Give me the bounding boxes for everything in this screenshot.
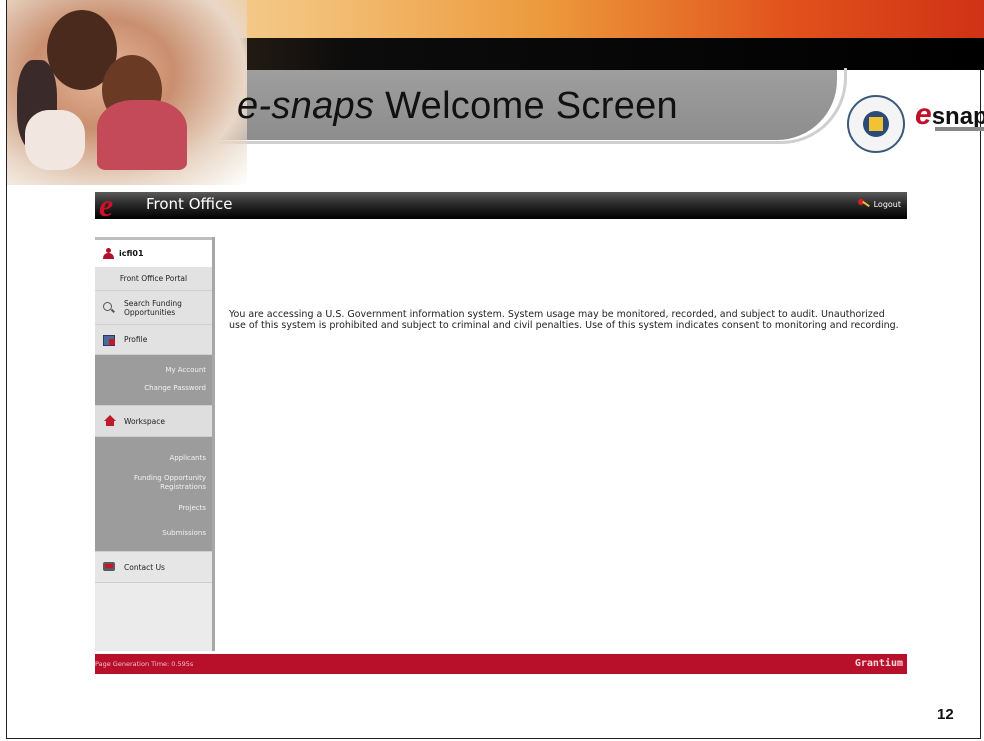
sidebar-item-change-password[interactable]: Change Password bbox=[144, 384, 206, 393]
sidebar-item-label: Front Office Portal bbox=[119, 274, 188, 283]
sidebar-item-projects[interactable]: Projects bbox=[178, 504, 206, 513]
user-icon bbox=[103, 248, 114, 259]
logout-button[interactable]: Logout bbox=[857, 199, 901, 209]
sidebar-item-label: Search Funding Opportunities bbox=[124, 298, 182, 317]
workspace-submenu: Applicants Funding Opportunity Registrat… bbox=[95, 437, 212, 551]
government-notice: You are accessing a U.S. Government info… bbox=[229, 309, 899, 331]
esnaps-logo-mark: e bbox=[915, 98, 932, 131]
username: icfi01 bbox=[119, 249, 144, 258]
slide-banner: e-snaps Welcome Screen esnaps bbox=[7, 0, 984, 185]
sidebar-item-profile[interactable]: Profile bbox=[95, 325, 212, 355]
app-title: Front Office bbox=[146, 195, 233, 213]
profile-submenu: My Account Change Password bbox=[95, 355, 212, 405]
sidebar-item-applicants[interactable]: Applicants bbox=[169, 454, 206, 463]
app-footer: Page Generation Time: 0.595s Grantium bbox=[95, 654, 907, 674]
page-generation-time: Page Generation Time: 0.595s bbox=[95, 660, 194, 668]
profile-icon bbox=[103, 334, 117, 346]
sidebar-item-workspace[interactable]: Workspace bbox=[95, 405, 212, 437]
mail-icon bbox=[103, 561, 117, 573]
home-icon bbox=[103, 415, 117, 427]
slide-title-suffix: Welcome Screen bbox=[374, 85, 678, 127]
sidebar-item-label: Workspace bbox=[124, 416, 165, 426]
esnaps-logo-tagline bbox=[935, 127, 984, 131]
sidebar-item-front-office-portal[interactable]: Front Office Portal bbox=[95, 267, 212, 291]
grantium-logo: Grantium bbox=[854, 658, 903, 669]
slide-page-number: 12 bbox=[937, 706, 954, 723]
app-logo-icon: e bbox=[99, 187, 114, 223]
sidebar: icfi01 Front Office Portal Search Fundin… bbox=[95, 237, 215, 651]
sidebar-item-label: Profile bbox=[124, 335, 148, 344]
slide-title: e-snaps Welcome Screen bbox=[237, 85, 678, 128]
sidebar-item-search-funding[interactable]: Search Funding Opportunities bbox=[95, 291, 212, 325]
sidebar-item-submissions[interactable]: Submissions bbox=[162, 529, 206, 538]
banner-photo bbox=[7, 0, 247, 185]
logout-label: Logout bbox=[873, 199, 901, 209]
hud-seal-icon bbox=[847, 95, 905, 153]
esnaps-logo-text: snaps bbox=[931, 103, 984, 130]
sidebar-item-contact-us[interactable]: Contact Us bbox=[95, 551, 212, 583]
sidebar-item-funding-opportunity-registrations[interactable]: Funding Opportunity Registrations bbox=[106, 474, 206, 492]
slide-title-prefix: e-snaps bbox=[237, 85, 375, 127]
app-header-bar: e Front Office Logout bbox=[95, 187, 907, 223]
sidebar-user: icfi01 bbox=[95, 237, 212, 267]
sidebar-item-my-account[interactable]: My Account bbox=[165, 366, 206, 375]
banner-black-band bbox=[137, 38, 984, 70]
key-icon bbox=[857, 199, 870, 209]
search-icon bbox=[103, 301, 117, 314]
sidebar-item-label: Contact Us bbox=[124, 562, 165, 572]
